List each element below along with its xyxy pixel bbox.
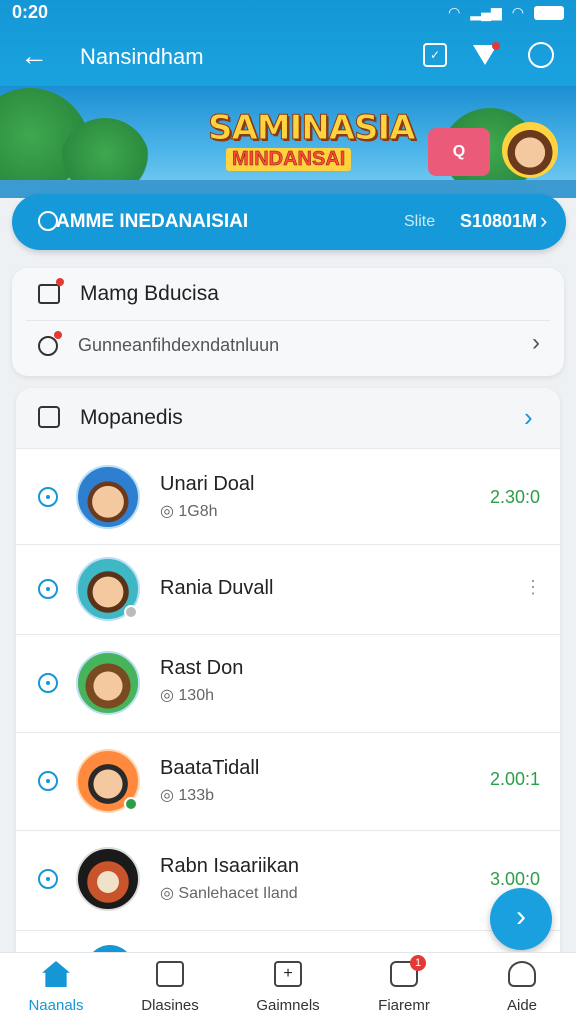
notification-dot <box>492 42 500 50</box>
info-card-subtitle: Gunneanfihdexndatnluun <box>78 335 280 355</box>
home-icon <box>42 961 70 987</box>
player-name: Rania Duvall <box>160 577 274 599</box>
edit-icon: ✓ <box>423 43 447 67</box>
games-icon: + <box>274 961 302 987</box>
notification-dot <box>54 331 62 339</box>
radio-icon[interactable] <box>38 771 58 791</box>
settings-button[interactable] <box>526 40 556 70</box>
player-meta: ◎ 130h <box>160 687 214 704</box>
hero-avatar <box>502 122 558 178</box>
store-icon <box>156 961 184 987</box>
nav-label: Dlasines <box>141 997 199 1014</box>
player-name: Rast Don <box>160 657 244 679</box>
app-bar: ← Nansindham ✓ <box>0 30 576 86</box>
edit-icon <box>38 284 60 304</box>
player-score: 2.30:0 <box>489 487 540 507</box>
player-meta: ◎ Sanlehacet Iland <box>160 885 298 902</box>
player-name: Unari Doal <box>160 473 255 495</box>
nav-item-home[interactable]: Naanals <box>6 961 106 1021</box>
chat-badge: 1 <box>410 955 426 971</box>
player-meta-text: 1G8h <box>178 503 218 520</box>
signal-icon: ▂▄▆ <box>470 4 502 20</box>
promo-value: S10801M <box>460 211 538 231</box>
battery-icon <box>534 5 564 20</box>
promo-pill[interactable]: AMME INEDANAISIAI Slite S10801M › <box>12 194 566 250</box>
player-meta-text: 130h <box>178 687 214 704</box>
player-meta: ◎ 1G8h <box>160 503 218 520</box>
online-status-dot <box>124 797 138 811</box>
radio-icon[interactable] <box>38 673 58 693</box>
banner-logo-line2: MINDANSAI <box>226 148 352 171</box>
settings-icon <box>528 42 554 68</box>
next-fab-button[interactable]: › <box>490 888 552 950</box>
radio-icon[interactable] <box>38 869 58 889</box>
back-arrow-icon[interactable]: ← <box>20 40 48 72</box>
chevron-right-icon: › <box>532 329 540 356</box>
edit-button[interactable]: ✓ <box>420 40 450 70</box>
promo-subtitle: Slite <box>404 213 436 230</box>
info-card-link[interactable]: Gunneanfihdexndatnluun › <box>12 321 564 376</box>
player-name: BaataTidall <box>160 757 260 779</box>
list-item[interactable]: Rania Duvall ⋮ <box>16 544 560 634</box>
wifi-icon: ◠ <box>511 4 524 20</box>
player-meta-text: 133b <box>178 787 214 804</box>
info-card: Mamg Bducisa Gunneanfihdexndatnluun › <box>12 268 564 376</box>
game-banner[interactable]: SAMINASIA MINDANSAI Q <box>0 86 576 198</box>
chevron-right-icon: › <box>524 402 533 432</box>
chat-icon: 1 <box>390 955 426 987</box>
avatar <box>76 465 140 529</box>
player-meta-text: Sanlehacet Iland <box>178 885 298 902</box>
status-icons: ◠ ▂▄▆ ◠ <box>448 4 564 21</box>
profile-icon <box>508 961 536 987</box>
notification-button[interactable] <box>470 40 500 70</box>
page-title: Nansindham <box>80 44 204 69</box>
wifi-icon: ◠ <box>448 4 461 20</box>
nav-item-profile[interactable]: Aide <box>472 961 572 1021</box>
player-meta: ◎ 133b <box>160 787 214 804</box>
status-bar: 0:20 ◠ ▂▄▆ ◠ <box>0 0 576 28</box>
list-header[interactable]: Mopanedis › <box>16 388 560 448</box>
radio-icon[interactable] <box>38 487 58 507</box>
player-score: 3.00:0 <box>489 869 540 889</box>
list-item[interactable]: Rast Don ◎ 130h <box>16 634 560 732</box>
more-options-icon[interactable]: ⋮ <box>524 577 542 598</box>
chevron-right-icon: › <box>516 900 526 933</box>
friends-list-card: Mopanedis › Unari Doal ◎ 1G8h 2.30:0 Ran… <box>16 388 560 958</box>
nav-label: Gaimnels <box>256 997 320 1014</box>
nav-item-games[interactable]: + Gaimnels <box>238 961 338 1021</box>
nav-item-chat[interactable]: 1 Fiaremr <box>354 955 454 1021</box>
banner-badge[interactable]: Q <box>428 128 490 176</box>
list-item[interactable]: Rabn Isaariikan ◎ Sanlehacet Iland 3.00:… <box>16 830 560 930</box>
info-card-title: Mamg Bducisa <box>80 282 219 305</box>
banner-logo-line1: SAMINASIA <box>208 108 417 149</box>
compass-icon <box>38 336 58 356</box>
list-item[interactable]: BaataTidall ◎ 133b 2.00:1 <box>16 732 560 830</box>
status-time: 0:20 <box>12 2 49 22</box>
avatar <box>76 651 140 715</box>
game-icon <box>38 211 58 231</box>
player-score: 2.00:1 <box>489 769 540 789</box>
nav-item-store[interactable]: Dlasines <box>120 961 220 1021</box>
nav-label: Naanals <box>28 997 84 1014</box>
radio-icon[interactable] <box>38 579 58 599</box>
player-name: Rabn Isaariikan <box>160 855 299 877</box>
avatar <box>76 847 140 911</box>
notification-dot <box>56 278 64 286</box>
chevron-right-icon: › <box>540 208 548 233</box>
bottom-navigation: Naanals Dlasines + Gaimnels 1 Fiaremr Ai… <box>0 952 576 1024</box>
list-title: Mopanedis <box>80 406 183 429</box>
nav-label: Fiaremr <box>378 997 430 1014</box>
nav-label: Aide <box>506 997 538 1014</box>
promo-title: AMME INEDANAISIAI <box>56 211 249 232</box>
calendar-icon <box>38 406 60 428</box>
list-item[interactable]: Unari Doal ◎ 1G8h 2.30:0 <box>16 448 560 544</box>
top-app-bar: 0:20 ◠ ▂▄▆ ◠ ← Nansindham ✓ <box>0 0 576 90</box>
status-dot <box>124 605 138 619</box>
